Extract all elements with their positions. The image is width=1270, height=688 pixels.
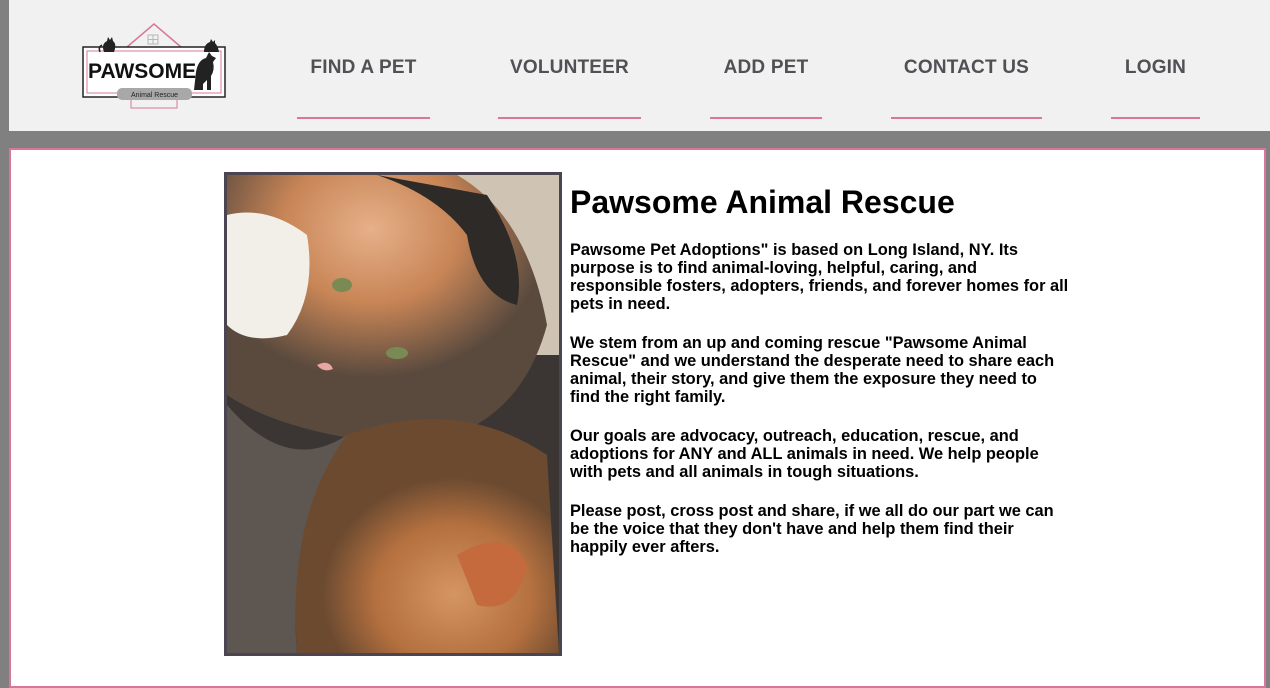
nav-volunteer[interactable]: VOLUNTEER <box>498 0 641 119</box>
page-title: Pawsome Animal Rescue <box>570 184 955 220</box>
nav-contact-us-label[interactable]: CONTACT US <box>904 57 1029 79</box>
about-section: Pawsome Animal Rescue Pawsome Pet Adopti… <box>570 184 1070 577</box>
nav-add-pet-label[interactable]: ADD PET <box>724 57 809 79</box>
about-paragraph: We stem from an up and coming rescue "Pa… <box>570 334 1055 406</box>
nav-underline <box>1111 117 1200 119</box>
nav-find-a-pet-label[interactable]: FIND A PET <box>310 57 416 79</box>
nav-underline <box>498 117 641 119</box>
main-content: Pawsome Animal Rescue Pawsome Pet Adopti… <box>9 148 1266 688</box>
nav-underline <box>891 117 1042 119</box>
nav-contact-us[interactable]: CONTACT US <box>891 0 1042 119</box>
logo-wordmark: PAWSOME <box>88 60 196 83</box>
nav-underline <box>297 117 430 119</box>
nav-find-a-pet[interactable]: FIND A PET <box>297 0 430 119</box>
about-paragraph: Pawsome Pet Adoptions" is based on Long … <box>570 241 1069 313</box>
cats-photo <box>224 172 562 656</box>
nav-add-pet[interactable]: ADD PET <box>710 0 822 119</box>
about-paragraph: Please post, cross post and share, if we… <box>570 502 1054 556</box>
nav-volunteer-label[interactable]: VOLUNTEER <box>510 57 629 79</box>
nav-login[interactable]: LOGIN <box>1111 0 1200 119</box>
site-header: PAWSOME Animal Rescue FIND A PET VOLUNTE… <box>9 0 1270 131</box>
nav-underline <box>710 117 822 119</box>
nav-login-label[interactable]: LOGIN <box>1125 57 1186 79</box>
about-paragraph: Our goals are advocacy, outreach, educat… <box>570 427 1039 481</box>
logo-tagline: Animal Rescue <box>131 92 178 99</box>
pawsome-logo[interactable]: PAWSOME Animal Rescue <box>82 22 226 110</box>
